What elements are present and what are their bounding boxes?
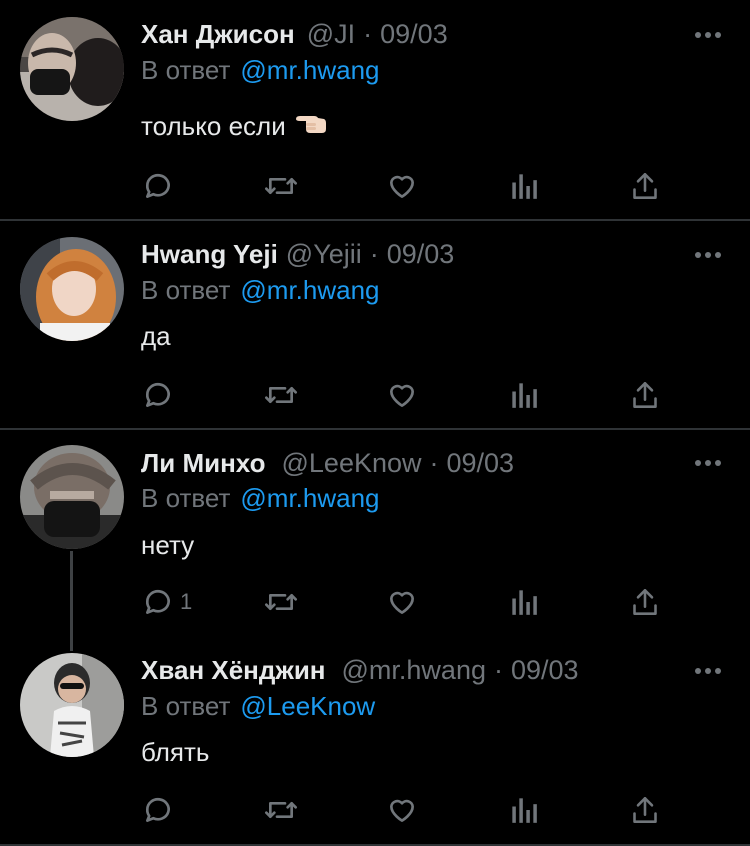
retweet-icon <box>265 387 297 403</box>
more-icon[interactable] <box>693 248 723 262</box>
share-button[interactable] <box>631 582 659 622</box>
author-name[interactable]: Ли Минхо <box>141 448 266 479</box>
tweet[interactable]: Хван Хёнджин @mr.hwang · 09/03 В ответ @… <box>0 640 750 846</box>
reply-context: В ответ @mr.hwang <box>141 480 380 516</box>
author-handle[interactable]: @LeeKnow <box>282 448 422 479</box>
tweet-header: Hwang Yeji @Yejii · 09/03 <box>141 236 454 272</box>
reply-prefix: В ответ <box>141 482 231 513</box>
like-button[interactable] <box>386 582 418 622</box>
retweet-button[interactable] <box>262 790 300 830</box>
tweet-header: Хан Джисон @JI · 09/03 <box>141 16 448 52</box>
analytics-button[interactable] <box>510 375 538 415</box>
share-icon <box>633 382 657 408</box>
more-icon[interactable] <box>693 28 723 42</box>
analytics-icon <box>512 798 537 823</box>
tweet-text-content: да <box>141 320 171 351</box>
separator: · <box>363 18 373 49</box>
author-handle[interactable]: @JI <box>307 19 355 50</box>
tweet-text: блять <box>141 734 209 770</box>
separator: · <box>369 238 379 269</box>
hand-pointing-left-icon <box>294 110 328 143</box>
reply-button[interactable] <box>142 375 180 415</box>
like-icon <box>390 799 414 822</box>
reply-prefix: В ответ <box>141 690 231 721</box>
tweet-actions: 1 <box>0 582 750 622</box>
reply-icon <box>145 382 170 407</box>
analytics-button[interactable] <box>510 166 538 206</box>
analytics-icon <box>512 590 537 615</box>
tweet[interactable]: Hwang Yeji @Yejii · 09/03 В ответ @mr.hw… <box>0 221 750 429</box>
tweet[interactable]: Хан Джисон @JI · 09/03 В ответ @mr.hwang… <box>0 0 750 220</box>
author-name[interactable]: Хан Джисон <box>141 19 295 50</box>
tweet-text-content: блять <box>141 736 210 767</box>
retweet-button[interactable] <box>262 582 300 622</box>
tweet[interactable]: Ли Минхо @LeeKnow · 09/03 В ответ @mr.hw… <box>0 430 750 640</box>
tweet-text-content: только если <box>141 110 286 141</box>
share-icon <box>633 797 657 823</box>
like-icon <box>390 384 414 407</box>
tweet-date[interactable]: 09/03 <box>447 448 515 479</box>
tweet-header: Ли Минхо @LeeKnow · 09/03 <box>141 445 514 481</box>
reply-prefix: В ответ <box>141 54 231 85</box>
retweet-icon <box>265 178 297 194</box>
reply-prefix: В ответ <box>141 274 231 305</box>
share-icon <box>633 173 657 199</box>
tweet-date[interactable]: 09/03 <box>380 19 448 50</box>
analytics-icon <box>512 383 537 408</box>
reply-button[interactable]: 1 <box>142 582 192 622</box>
more-icon[interactable] <box>693 664 723 678</box>
share-button[interactable] <box>631 790 659 830</box>
reply-icon <box>145 589 170 614</box>
reply-context: В ответ @mr.hwang <box>141 272 380 308</box>
reply-to-link[interactable]: @mr.hwang <box>240 55 379 86</box>
share-icon <box>633 589 657 615</box>
more-icon[interactable] <box>693 456 723 470</box>
author-name[interactable]: Hwang Yeji <box>141 239 278 270</box>
analytics-button[interactable] <box>510 790 538 830</box>
reply-count: 1 <box>180 589 193 614</box>
tweet-date[interactable]: 09/03 <box>511 655 579 686</box>
like-button[interactable] <box>386 166 418 206</box>
reply-button[interactable] <box>142 166 180 206</box>
reply-to-link[interactable]: @mr.hwang <box>240 483 379 514</box>
tweet-header: Хван Хёнджин @mr.hwang · 09/03 <box>141 652 579 688</box>
analytics-button[interactable] <box>510 582 538 622</box>
tweet-text: нету <box>141 527 194 563</box>
reply-context: В ответ @LeeKnow <box>141 688 375 724</box>
analytics-icon <box>512 174 537 199</box>
like-icon <box>390 175 414 198</box>
separator: · <box>429 447 439 478</box>
tweet-text: да <box>141 318 171 354</box>
reply-to-link[interactable]: @LeeKnow <box>240 691 375 722</box>
tweet-actions <box>0 166 750 206</box>
reply-context: В ответ @mr.hwang <box>141 52 380 88</box>
reply-icon <box>145 797 170 822</box>
like-button[interactable] <box>386 790 418 830</box>
tweet-text-content: нету <box>141 529 195 560</box>
like-button[interactable] <box>386 375 418 415</box>
separator: · <box>493 654 503 685</box>
reply-to-link[interactable]: @mr.hwang <box>240 275 379 306</box>
retweet-button[interactable] <box>262 375 300 415</box>
share-button[interactable] <box>631 375 659 415</box>
retweet-button[interactable] <box>262 166 300 206</box>
tweet-actions <box>0 790 750 830</box>
tweet-actions <box>0 375 750 415</box>
avatar[interactable] <box>20 445 124 549</box>
reply-button[interactable] <box>142 790 180 830</box>
author-handle[interactable]: @Yejii <box>286 239 362 270</box>
tweet-date[interactable]: 09/03 <box>387 239 455 270</box>
avatar[interactable] <box>20 17 124 121</box>
retweet-icon <box>265 594 297 610</box>
tweet-text: только если <box>141 108 328 144</box>
retweet-icon <box>265 802 297 818</box>
like-icon <box>390 591 414 614</box>
tweet-feed: Хан Джисон @JI · 09/03 В ответ @mr.hwang… <box>0 0 750 846</box>
author-handle[interactable]: @mr.hwang <box>342 655 486 686</box>
avatar[interactable] <box>20 653 124 757</box>
avatar[interactable] <box>20 237 124 341</box>
reply-icon <box>145 173 170 198</box>
share-button[interactable] <box>631 166 659 206</box>
author-name[interactable]: Хван Хёнджин <box>141 655 326 686</box>
